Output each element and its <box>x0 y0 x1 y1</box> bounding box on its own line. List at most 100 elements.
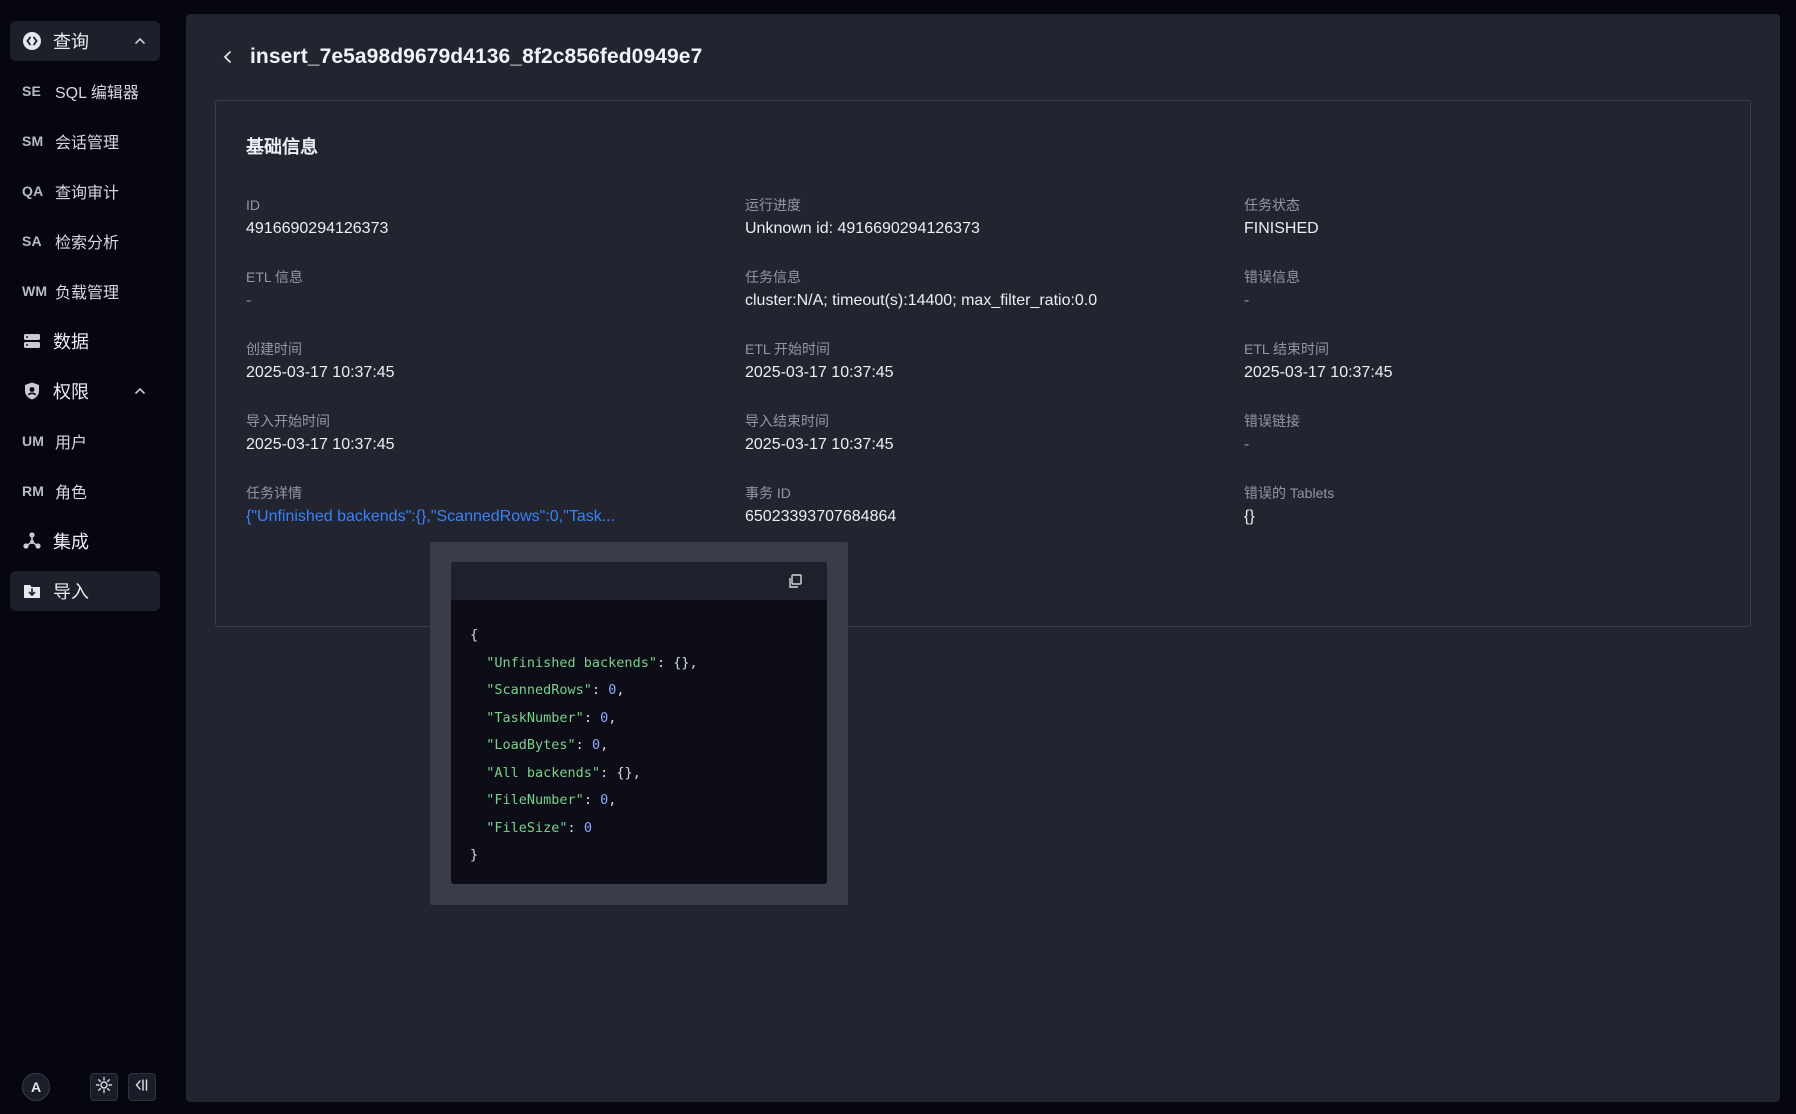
sidebar-nav: 查询 SE SQL 编辑器 SM 会话管理 QA 查询审计 SA 检索分析 WM… <box>10 21 160 621</box>
sidebar-item-sql-editor[interactable]: SE SQL 编辑器 <box>10 71 160 111</box>
field-load-start-time: 导入开始时间 2025-03-17 10:37:45 <box>246 412 716 455</box>
sidebar-item-label: 查询审计 <box>55 185 120 202</box>
field-load-end-time: 导入结束时间 2025-03-17 10:37:45 <box>745 412 1215 455</box>
field-label: 导入结束时间 <box>745 413 829 429</box>
json-line: } <box>470 842 827 870</box>
sidebar-item-label: 数据 <box>53 332 89 352</box>
field-value: 2025-03-17 10:37:45 <box>246 436 395 453</box>
sidebar-item-label: 导入 <box>53 582 89 602</box>
field-etl-info: ETL 信息 - <box>246 268 716 311</box>
sidebar-item-abbr: QA <box>22 183 44 199</box>
gear-icon <box>95 1076 113 1099</box>
field-label: 导入开始时间 <box>246 413 330 429</box>
json-value: {} <box>673 654 690 671</box>
chevron-up-icon <box>132 33 148 49</box>
card-title: 基础信息 <box>246 137 318 157</box>
field-value: - <box>1244 436 1250 453</box>
sidebar-item-search-analysis[interactable]: SA 检索分析 <box>10 221 160 261</box>
database-icon <box>22 331 42 351</box>
field-label: 任务详情 <box>246 485 302 501</box>
field-create-time: 创建时间 2025-03-17 10:37:45 <box>246 340 716 383</box>
field-transaction-id: 事务 ID 65023393707684864 <box>745 484 1215 527</box>
json-value: {} <box>616 764 633 781</box>
field-job-details: 任务详情 {"Unfinished backends":{},"ScannedR… <box>246 484 716 527</box>
field-label: ETL 结束时间 <box>1244 341 1330 357</box>
field-value: 2025-03-17 10:37:45 <box>745 364 894 381</box>
settings-button[interactable] <box>90 1073 118 1101</box>
sidebar-item-abbr: SM <box>22 133 44 149</box>
json-line: "Unfinished backends": {}, <box>486 654 698 671</box>
field-value: 2025-03-17 10:37:45 <box>745 436 894 453</box>
field-error-tablets: 错误的 Tablets {} <box>1244 484 1714 527</box>
sidebar-item-abbr: SE <box>22 83 42 99</box>
field-task-status: 任务状态 FINISHED <box>1244 196 1714 239</box>
job-details-popover: { "Unfinished backends": {}, "ScannedRow… <box>430 542 848 905</box>
json-line: "All backends": {}, <box>486 764 641 781</box>
sidebar-item-label: 权限 <box>53 382 89 402</box>
collapse-sidebar-button[interactable] <box>128 1073 156 1101</box>
field-value: cluster:N/A; timeout(s):14400; max_filte… <box>745 292 1098 309</box>
copy-icon[interactable] <box>787 573 803 589</box>
field-label: ETL 开始时间 <box>745 341 831 357</box>
back-arrow-icon[interactable] <box>220 49 236 65</box>
json-key: "All backends" <box>486 764 601 781</box>
field-label: 任务状态 <box>1244 197 1300 213</box>
field-value: 2025-03-17 10:37:45 <box>1244 364 1393 381</box>
job-details-link[interactable]: {"Unfinished backends":{},"ScannedRows":… <box>246 507 676 527</box>
sidebar-item-abbr: SA <box>22 233 42 249</box>
json-line: "ScannedRows": 0, <box>486 682 625 698</box>
user-avatar[interactable]: A <box>22 1073 50 1101</box>
json-line: "LoadBytes": 0, <box>486 737 609 753</box>
json-value: 0 <box>583 819 592 836</box>
page-title: insert_7e5a98d9679d4136_8f2c856fed0949e7 <box>250 45 703 68</box>
main-panel: insert_7e5a98d9679d4136_8f2c856fed0949e7… <box>186 14 1780 1102</box>
json-key: "FileSize" <box>486 819 568 836</box>
field-etl-end-time: ETL 结束时间 2025-03-17 10:37:45 <box>1244 340 1714 383</box>
field-progress: 运行进度 Unknown id: 4916690294126373 <box>745 196 1215 239</box>
collapse-icon <box>133 1076 151 1099</box>
sidebar-item-roles[interactable]: RM 角色 <box>10 471 160 511</box>
field-value: 65023393707684864 <box>745 508 897 525</box>
field-value: 2025-03-17 10:37:45 <box>246 364 395 381</box>
sidebar-item-abbr: UM <box>22 433 45 449</box>
sidebar-item-permissions[interactable]: 权限 <box>10 371 160 411</box>
json-key: "FileNumber" <box>486 792 584 808</box>
sidebar-item-label: 角色 <box>55 485 88 502</box>
sidebar: 查询 SE SQL 编辑器 SM 会话管理 QA 查询审计 SA 检索分析 WM… <box>0 0 184 1114</box>
json-value: 0 <box>591 737 601 753</box>
sidebar-item-import[interactable]: 导入 <box>10 571 160 611</box>
sidebar-item-data[interactable]: 数据 <box>10 321 160 361</box>
field-value: FINISHED <box>1244 220 1319 237</box>
sidebar-item-integration[interactable]: 集成 <box>10 521 160 561</box>
json-key: "Unfinished backends" <box>486 654 657 671</box>
sidebar-item-workload-management[interactable]: WM 负载管理 <box>10 271 160 311</box>
json-key: "LoadBytes" <box>486 737 576 753</box>
field-label: 错误信息 <box>1244 269 1300 285</box>
json-value: 0 <box>600 792 609 808</box>
field-label: 任务信息 <box>745 269 801 285</box>
sidebar-bottom-bar: A <box>22 1073 156 1101</box>
json-line: { <box>470 622 827 650</box>
sidebar-item-label: 查询 <box>53 32 89 52</box>
field-task-info: 任务信息 cluster:N/A; timeout(s):14400; max_… <box>745 268 1215 311</box>
sidebar-item-label: 集成 <box>53 532 89 552</box>
chevron-up-icon <box>132 383 148 399</box>
integration-icon <box>22 531 42 551</box>
import-icon <box>22 581 42 601</box>
field-label: 错误的 Tablets <box>1244 485 1335 501</box>
field-label: 创建时间 <box>246 341 302 357</box>
sidebar-item-users[interactable]: UM 用户 <box>10 421 160 461</box>
field-label: ETL 信息 <box>246 269 304 285</box>
sidebar-item-label: 会话管理 <box>55 135 120 152</box>
sidebar-item-abbr: WM <box>22 283 48 299</box>
field-value: {} <box>1244 508 1255 525</box>
field-label: 运行进度 <box>745 197 801 213</box>
sidebar-item-label: 用户 <box>55 435 88 452</box>
sidebar-item-query-audit[interactable]: QA 查询审计 <box>10 171 160 211</box>
field-etl-start-time: ETL 开始时间 2025-03-17 10:37:45 <box>745 340 1215 383</box>
shield-user-icon <box>22 381 42 401</box>
sidebar-item-session-management[interactable]: SM 会话管理 <box>10 121 160 161</box>
field-value: - <box>246 292 252 309</box>
json-line: "FileNumber": 0, <box>486 792 617 808</box>
sidebar-item-query[interactable]: 查询 <box>10 21 160 61</box>
